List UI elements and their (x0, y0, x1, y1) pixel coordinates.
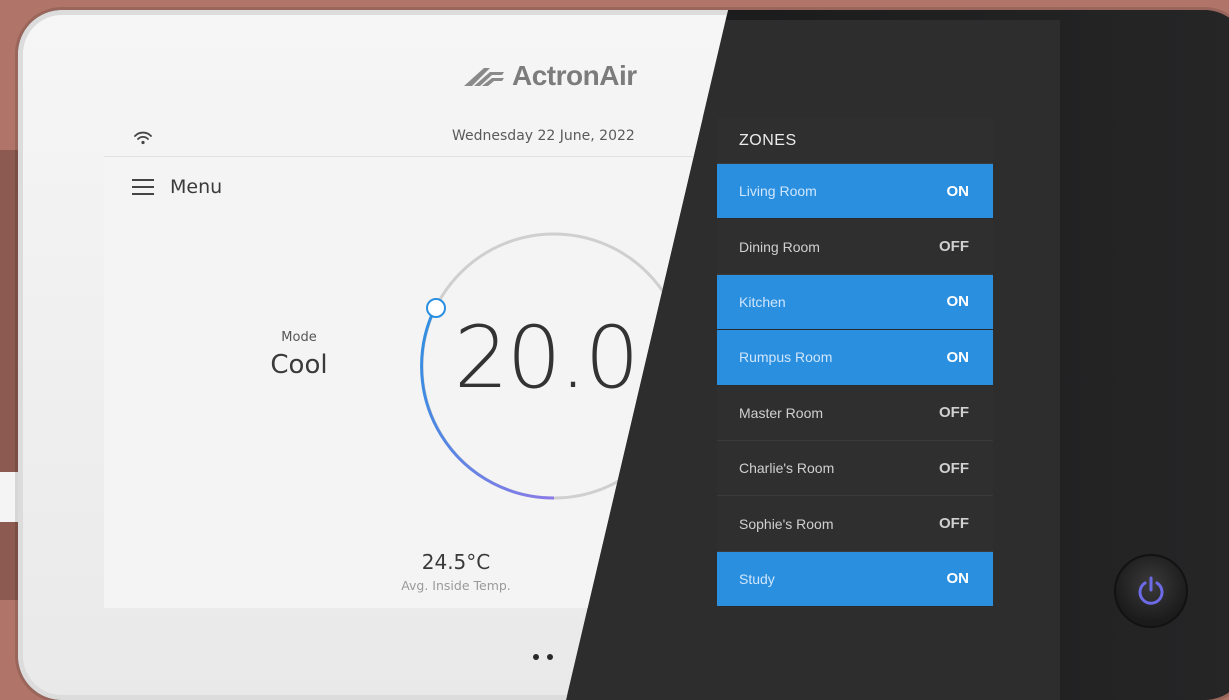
zone-row-charlies-room[interactable]: Charlie's Room OFF (717, 441, 993, 497)
zone-state: ON (946, 348, 970, 366)
power-icon (1138, 576, 1164, 605)
menu-button[interactable]: Menu (132, 176, 222, 198)
zone-name: Sophie's Room (739, 515, 834, 532)
zone-name: Study (739, 570, 775, 587)
page-dot[interactable] (547, 654, 553, 660)
mode-value[interactable]: Cool (234, 350, 364, 380)
zone-name: Rumpus Room (739, 349, 833, 366)
status-bar-divider (104, 156, 724, 157)
zone-row-kitchen[interactable]: Kitchen ON (717, 274, 993, 331)
zone-state: OFF (939, 404, 969, 422)
zone-name: Dining Room (739, 238, 820, 255)
zone-state: OFF (939, 238, 969, 256)
mode-caption: Mode (281, 330, 317, 345)
zone-state: OFF (939, 515, 969, 533)
zone-row-living-room[interactable]: Living Room ON (717, 164, 993, 220)
dial-handle-icon[interactable] (426, 298, 446, 318)
zones-panel: ZONES Living Room ON Dining Room OFF Kit… (717, 118, 993, 608)
zone-name: Living Room (739, 183, 817, 200)
actronair-logo-icon (464, 68, 504, 86)
zone-state: OFF (939, 459, 969, 477)
zone-state: ON (946, 182, 970, 200)
brand-logo-text: ActronAir (512, 60, 637, 91)
hamburger-icon (132, 179, 154, 195)
zone-row-rumpus-room[interactable]: Rumpus Room ON (717, 330, 993, 386)
inside-temperature: 24.5°C (421, 550, 491, 574)
thermostat-device: ActronAir Wednesday 22 June, 2022 Menu M… (18, 10, 1229, 700)
page-dot[interactable] (533, 654, 539, 660)
brand-logo: ActronAir (462, 60, 637, 92)
zone-name: Kitchen (739, 293, 786, 310)
zone-name: Master Room (739, 404, 824, 421)
zone-state: ON (946, 570, 970, 588)
zone-row-dining-room[interactable]: Dining Room OFF (717, 219, 993, 275)
page-indicator[interactable] (533, 654, 553, 660)
power-button[interactable] (1114, 554, 1188, 628)
date-display: Wednesday 22 June, 2022 (452, 128, 635, 144)
menu-label: Menu (170, 176, 223, 198)
zone-row-study[interactable]: Study ON (717, 551, 993, 608)
wifi-icon (134, 130, 152, 149)
zone-name: Charlie's Room (739, 460, 835, 477)
setpoint-temperature: 20.0 (454, 308, 639, 408)
inside-temperature-caption: Avg. Inside Temp. (401, 578, 511, 593)
zone-row-sophies-room[interactable]: Sophie's Room OFF (717, 496, 993, 552)
zone-state: ON (946, 293, 970, 311)
zones-title: ZONES (717, 118, 993, 164)
zone-row-master-room[interactable]: Master Room OFF (717, 386, 993, 441)
